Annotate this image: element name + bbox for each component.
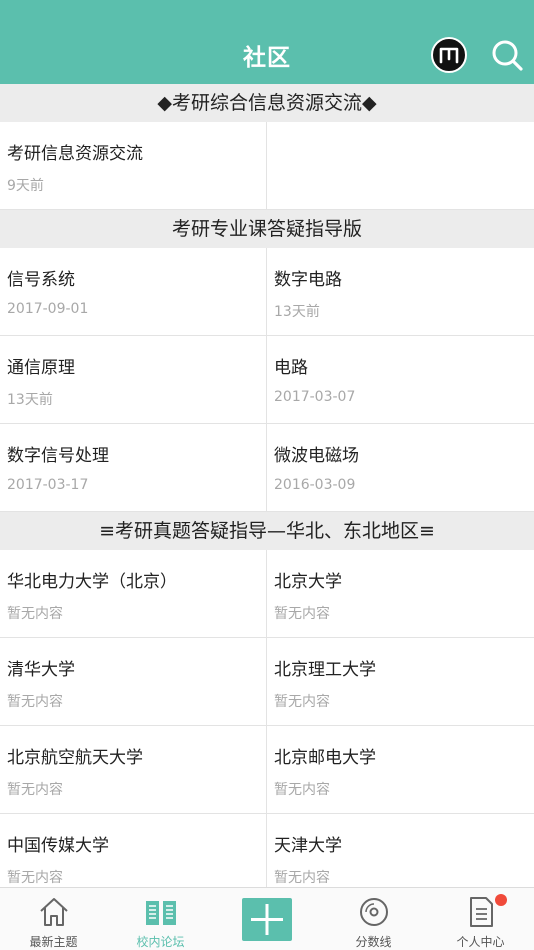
forum-item[interactable]: 北京航空航天大学 暂无内容 — [0, 726, 267, 814]
forum-name: 数字信号处理 — [7, 446, 109, 466]
forum-name: 华北电力大学（北京） — [7, 572, 177, 592]
tab-personal-center[interactable]: 个人中心 — [427, 888, 534, 950]
forum-updated: 暂无内容 — [7, 606, 63, 622]
forum-updated: 暂无内容 — [7, 870, 63, 886]
forum-updated: 暂无内容 — [7, 782, 63, 798]
tab-label: 最新主题 — [29, 935, 78, 949]
section-header: ≡考研真题答疑指导—华北、东北地区≡ — [0, 512, 534, 550]
forum-name: 北京大学 — [274, 572, 342, 592]
tab-latest-topics[interactable]: 最新主题 — [0, 888, 107, 950]
forum-name: 电路 — [274, 358, 308, 378]
section-header: 考研专业课答疑指导版 — [0, 210, 534, 248]
forum-name: 数字电路 — [274, 270, 342, 290]
forum-updated: 暂无内容 — [7, 694, 63, 710]
tab-score-line[interactable]: 分数线 — [320, 888, 427, 950]
forum-item[interactable]: 考研信息资源交流 9天前 — [0, 122, 267, 210]
open-book-icon — [145, 901, 176, 925]
forum-name: 天津大学 — [274, 836, 342, 856]
forum-name: 考研信息资源交流 — [7, 144, 143, 164]
forum-name: 北京邮电大学 — [274, 748, 376, 768]
forum-name: 微波电磁场 — [274, 446, 359, 466]
top-bar: 社区 — [0, 0, 534, 84]
section-grid: 华北电力大学（北京） 暂无内容 北京大学 暂无内容 清华大学 暂无内容 北京理工… — [0, 550, 534, 887]
forum-updated: 2017-09-01 — [7, 301, 89, 317]
forum-updated: 9天前 — [7, 178, 44, 194]
forum-item[interactable]: 数字信号处理 2017-03-17 — [0, 424, 267, 512]
forum-updated: 13天前 — [274, 304, 320, 320]
forum-item[interactable]: 信号系统 2017-09-01 — [0, 248, 267, 336]
add-post-button[interactable] — [242, 898, 292, 941]
forum-list: ◆考研综合信息资源交流◆ 考研信息资源交流 9天前 考研专业课答疑指导版 信号系… — [0, 84, 534, 887]
forum-item[interactable]: 天津大学 暂无内容 — [267, 814, 534, 887]
forum-item[interactable]: 通信原理 13天前 — [0, 336, 267, 424]
forum-name: 通信原理 — [7, 358, 75, 378]
forum-item[interactable]: 数字电路 13天前 — [267, 248, 534, 336]
disc-icon — [359, 898, 388, 926]
forum-updated: 2017-03-07 — [274, 389, 356, 405]
section-grid: 考研信息资源交流 9天前 — [0, 122, 534, 210]
section-grid: 信号系统 2017-09-01 数字电路 13天前 通信原理 13天前 电路 2… — [0, 248, 534, 512]
tab-label: 校内论坛 — [136, 935, 185, 949]
document-icon — [469, 897, 493, 927]
forum-name: 中国传媒大学 — [7, 836, 109, 856]
forum-name: 清华大学 — [7, 660, 75, 680]
forum-item[interactable]: 微波电磁场 2016-03-09 — [267, 424, 534, 512]
notification-badge — [495, 894, 507, 906]
forum-item[interactable]: 清华大学 暂无内容 — [0, 638, 267, 726]
forum-updated: 暂无内容 — [274, 870, 330, 886]
forum-item[interactable]: 北京理工大学 暂无内容 — [267, 638, 534, 726]
forum-updated: 暂无内容 — [274, 782, 330, 798]
forum-name: 信号系统 — [7, 270, 75, 290]
bottom-tab-bar: 最新主题 校内论坛 分数线 个人中心 — [0, 887, 534, 950]
forum-item[interactable]: 华北电力大学（北京） 暂无内容 — [0, 550, 267, 638]
forum-updated: 暂无内容 — [274, 694, 330, 710]
home-icon — [39, 898, 68, 926]
empty-cell — [267, 122, 534, 210]
forum-updated: 2016-03-09 — [274, 477, 356, 493]
tab-campus-forum[interactable]: 校内论坛 — [107, 888, 214, 950]
forum-updated: 13天前 — [7, 392, 53, 408]
forum-item[interactable]: 北京邮电大学 暂无内容 — [267, 726, 534, 814]
m-logo-icon[interactable] — [431, 37, 467, 73]
forum-name: 北京理工大学 — [274, 660, 376, 680]
forum-name: 北京航空航天大学 — [7, 748, 143, 768]
forum-item[interactable]: 中国传媒大学 暂无内容 — [0, 814, 267, 887]
forum-item[interactable]: 北京大学 暂无内容 — [267, 550, 534, 638]
section-header: ◆考研综合信息资源交流◆ — [0, 84, 534, 122]
tab-label: 个人中心 — [456, 935, 505, 949]
forum-updated: 2017-03-17 — [7, 477, 89, 493]
forum-updated: 暂无内容 — [274, 606, 330, 622]
forum-item[interactable]: 电路 2017-03-07 — [267, 336, 534, 424]
add-icon — [251, 904, 283, 935]
tab-label: 分数线 — [355, 935, 392, 949]
search-icon[interactable] — [489, 37, 525, 73]
